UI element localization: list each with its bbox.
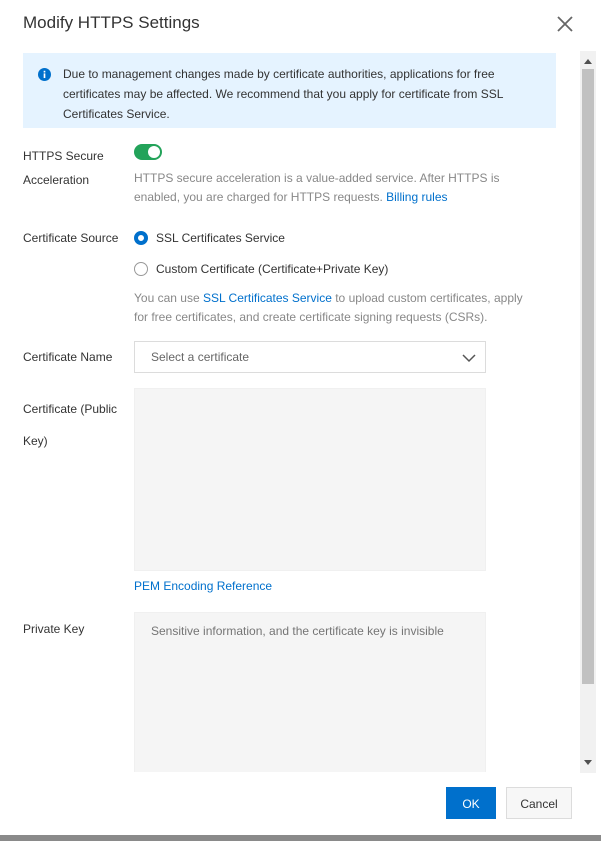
ok-button[interactable]: OK xyxy=(446,787,496,819)
private-key-label: Private Key xyxy=(23,622,85,636)
select-placeholder: Select a certificate xyxy=(151,350,250,364)
certificate-public-key-textarea[interactable] xyxy=(134,388,486,571)
dialog-body[interactable]: Due to management changes made by certif… xyxy=(0,50,580,772)
pem-encoding-reference-link[interactable]: PEM Encoding Reference xyxy=(134,577,272,596)
certificate-public-key-label: Certificate (Public Key) xyxy=(23,402,118,448)
scroll-up-icon[interactable] xyxy=(584,59,592,64)
https-secure-toggle[interactable] xyxy=(134,144,162,160)
certificate-source-label: Certificate Source xyxy=(23,231,119,245)
certificate-source-help: You can use SSL Certificates Service to … xyxy=(134,291,523,324)
certificate-name-select[interactable]: Select a certificate xyxy=(134,341,486,373)
page-edge-right xyxy=(596,0,601,841)
dialog-scrollbar[interactable] xyxy=(580,51,596,773)
close-icon xyxy=(557,16,573,32)
radio-label-custom-certificate[interactable]: Custom Certificate (Certificate+Private … xyxy=(156,261,388,277)
https-secure-help: HTTPS secure acceleration is a value-add… xyxy=(134,171,500,204)
certificate-name-label: Certificate Name xyxy=(23,350,113,364)
dialog-title: Modify HTTPS Settings xyxy=(23,13,200,32)
https-secure-label: HTTPS Secure Acceleration xyxy=(23,149,104,187)
billing-rules-link[interactable]: Billing rules xyxy=(386,190,447,204)
scroll-thumb[interactable] xyxy=(582,69,594,684)
toggle-knob xyxy=(148,146,160,158)
modify-https-dialog: Modify HTTPS Settings Due to management … xyxy=(0,0,596,835)
radio-label-ssl-certificates-service[interactable]: SSL Certificates Service xyxy=(156,230,285,246)
private-key-textarea[interactable] xyxy=(134,612,486,772)
scroll-down-icon[interactable] xyxy=(584,760,592,765)
radio-custom-certificate[interactable] xyxy=(134,262,148,276)
info-alert: Due to management changes made by certif… xyxy=(23,53,556,128)
radio-ssl-certificates-service[interactable] xyxy=(134,231,148,245)
cancel-button[interactable]: Cancel xyxy=(506,787,572,819)
alert-text: Due to management changes made by certif… xyxy=(63,67,503,121)
page-edge-bottom xyxy=(0,835,601,841)
close-button[interactable] xyxy=(555,14,575,34)
chevron-down-icon xyxy=(462,354,476,363)
ssl-certificates-service-link[interactable]: SSL Certificates Service xyxy=(203,291,332,305)
info-icon xyxy=(38,68,51,81)
